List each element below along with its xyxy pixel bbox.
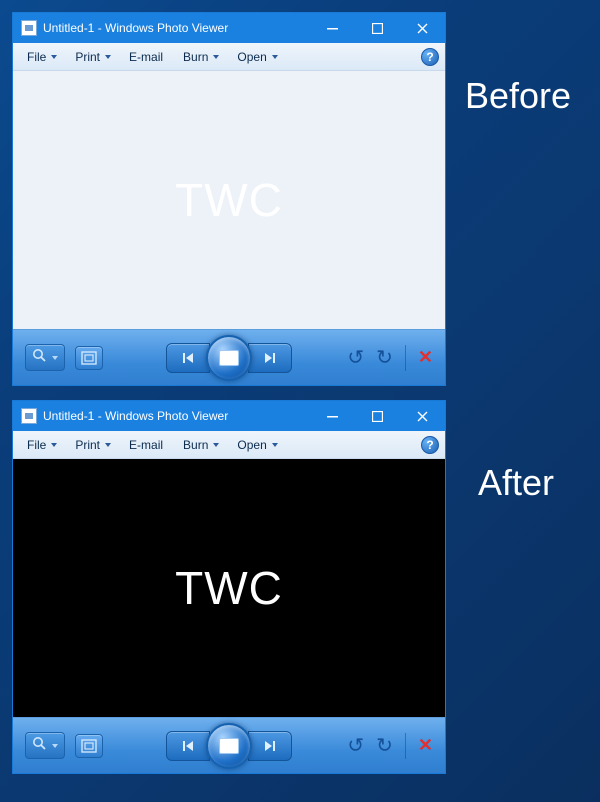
- label-before: Before: [465, 75, 571, 117]
- divider: [405, 345, 406, 371]
- image-canvas: TWC: [13, 71, 445, 329]
- menu-file[interactable]: File: [19, 434, 65, 456]
- chevron-down-icon: [52, 744, 58, 748]
- menu-print[interactable]: Print: [67, 434, 119, 456]
- titlebar[interactable]: Untitled-1 - Windows Photo Viewer: [13, 401, 445, 431]
- next-button[interactable]: [248, 731, 292, 761]
- menu-burn-label: Burn: [183, 438, 208, 452]
- menu-burn[interactable]: Burn: [175, 434, 227, 456]
- chevron-down-icon: [51, 55, 57, 59]
- menu-open[interactable]: Open: [229, 434, 285, 456]
- toolbar-right: ↺ ↻ ✕: [347, 345, 433, 371]
- magnifier-icon: [32, 348, 46, 367]
- delete-button[interactable]: ✕: [418, 347, 433, 368]
- label-after: After: [478, 462, 554, 504]
- fit-to-window-button[interactable]: [75, 734, 103, 758]
- close-button[interactable]: [400, 401, 445, 431]
- toolbar-left: [25, 732, 103, 759]
- menu-file-label: File: [27, 438, 46, 452]
- window-title: Untitled-1 - Windows Photo Viewer: [43, 21, 228, 35]
- chevron-down-icon: [51, 443, 57, 447]
- slideshow-button[interactable]: [206, 335, 252, 381]
- slideshow-icon: [219, 738, 239, 754]
- slideshow-icon: [219, 350, 239, 366]
- image-canvas: TWC: [13, 459, 445, 717]
- zoom-control[interactable]: [25, 344, 65, 371]
- chevron-down-icon: [105, 443, 111, 447]
- menu-email[interactable]: E-mail: [121, 434, 173, 456]
- fit-to-window-button[interactable]: [75, 346, 103, 370]
- maximize-button[interactable]: [355, 13, 400, 43]
- menu-print-label: Print: [75, 438, 100, 452]
- slideshow-button[interactable]: [206, 723, 252, 769]
- minimize-button[interactable]: [310, 401, 355, 431]
- canvas-text: TWC: [175, 561, 283, 615]
- menu-email[interactable]: E-mail: [121, 46, 173, 68]
- help-button[interactable]: ?: [421, 436, 439, 454]
- menu-open[interactable]: Open: [229, 46, 285, 68]
- fit-icon: [81, 351, 97, 365]
- rotate-cw-button[interactable]: ↻: [376, 345, 393, 370]
- toolbar: ↺ ↻ ✕: [13, 717, 445, 773]
- magnifier-icon: [32, 736, 46, 755]
- chevron-down-icon: [105, 55, 111, 59]
- photo-viewer-window-after: Untitled-1 - Windows Photo Viewer File P…: [12, 400, 446, 774]
- menu-burn-label: Burn: [183, 50, 208, 64]
- toolbar: ↺ ↻ ✕: [13, 329, 445, 385]
- menu-open-label: Open: [237, 438, 266, 452]
- menubar: File Print E-mail Burn Open ?: [13, 43, 445, 71]
- menubar: File Print E-mail Burn Open ?: [13, 431, 445, 459]
- toolbar-left: [25, 344, 103, 371]
- previous-button[interactable]: [166, 343, 210, 373]
- rotate-cw-button[interactable]: ↻: [376, 733, 393, 758]
- maximize-button[interactable]: [355, 401, 400, 431]
- divider: [405, 733, 406, 759]
- rotate-ccw-button[interactable]: ↺: [347, 733, 364, 758]
- app-icon: [21, 20, 37, 36]
- window-controls: [310, 401, 445, 431]
- minimize-button[interactable]: [310, 13, 355, 43]
- titlebar[interactable]: Untitled-1 - Windows Photo Viewer: [13, 13, 445, 43]
- menu-email-label: E-mail: [129, 50, 163, 64]
- close-button[interactable]: [400, 13, 445, 43]
- help-button[interactable]: ?: [421, 48, 439, 66]
- zoom-control[interactable]: [25, 732, 65, 759]
- chevron-down-icon: [52, 356, 58, 360]
- menu-file[interactable]: File: [19, 46, 65, 68]
- previous-button[interactable]: [166, 731, 210, 761]
- canvas-text: TWC: [175, 173, 283, 227]
- menu-email-label: E-mail: [129, 438, 163, 452]
- chevron-down-icon: [213, 443, 219, 447]
- nav-cluster: [166, 335, 292, 381]
- chevron-down-icon: [272, 443, 278, 447]
- menu-burn[interactable]: Burn: [175, 46, 227, 68]
- menu-print[interactable]: Print: [67, 46, 119, 68]
- menu-file-label: File: [27, 50, 46, 64]
- photo-viewer-window-before: Untitled-1 - Windows Photo Viewer File P…: [12, 12, 446, 386]
- rotate-ccw-button[interactable]: ↺: [347, 345, 364, 370]
- menu-print-label: Print: [75, 50, 100, 64]
- chevron-down-icon: [213, 55, 219, 59]
- app-icon: [21, 408, 37, 424]
- toolbar-right: ↺ ↻ ✕: [347, 733, 433, 759]
- fit-icon: [81, 739, 97, 753]
- window-controls: [310, 13, 445, 43]
- nav-cluster: [166, 723, 292, 769]
- menu-open-label: Open: [237, 50, 266, 64]
- window-title: Untitled-1 - Windows Photo Viewer: [43, 409, 228, 423]
- chevron-down-icon: [272, 55, 278, 59]
- delete-button[interactable]: ✕: [418, 735, 433, 756]
- next-button[interactable]: [248, 343, 292, 373]
